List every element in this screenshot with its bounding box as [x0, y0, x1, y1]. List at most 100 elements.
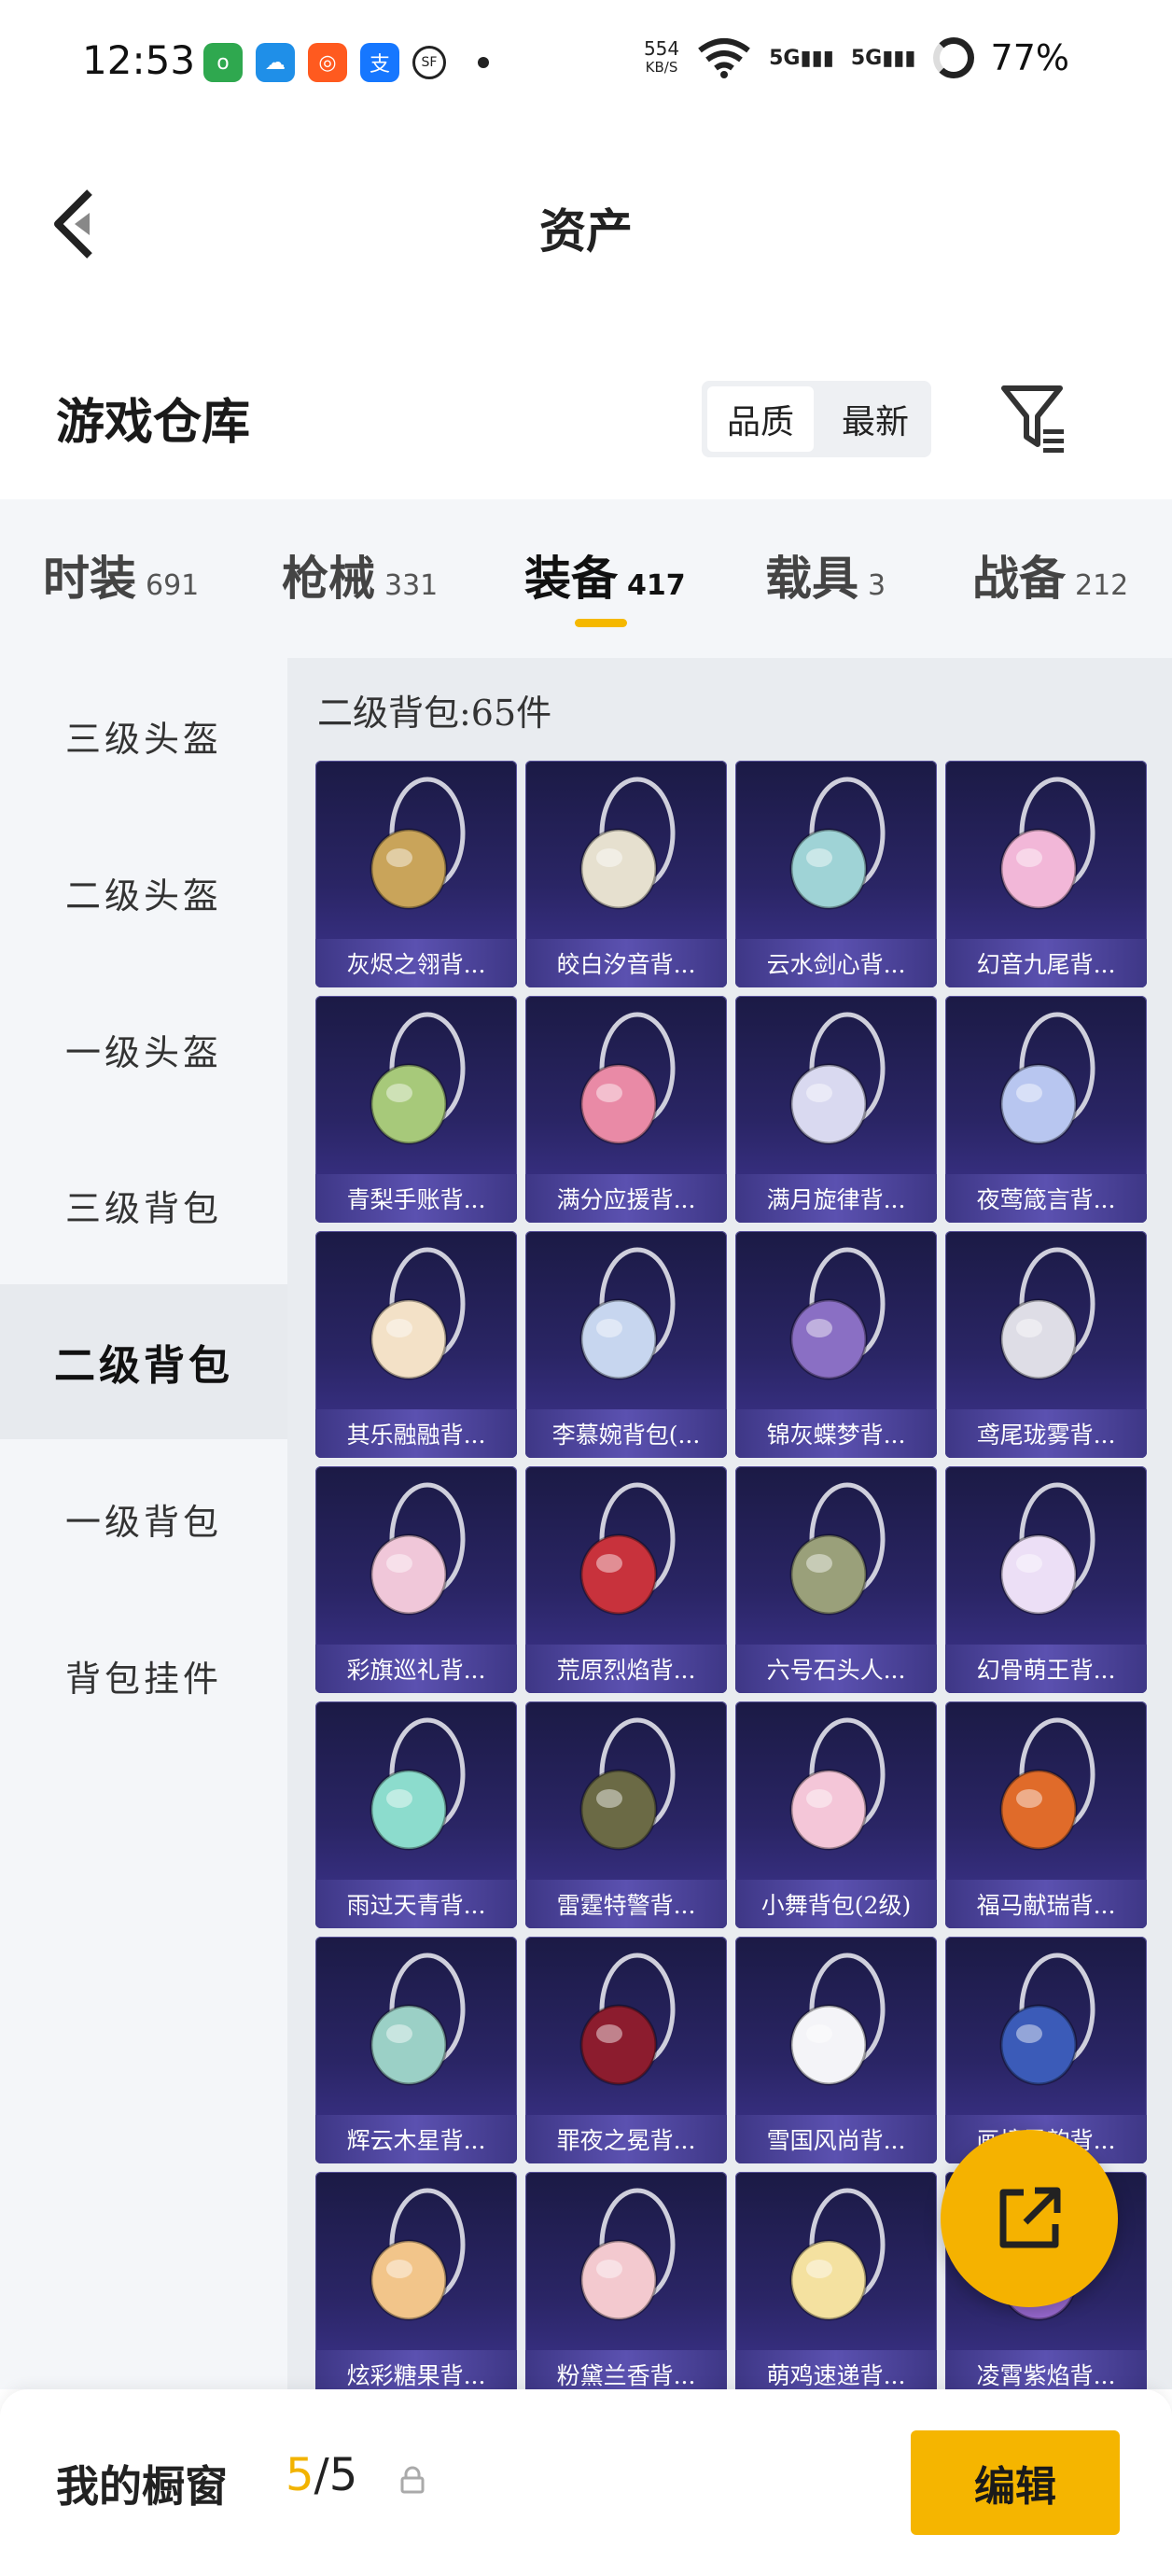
backpack-icon [579, 1717, 676, 1851]
sort-latest-button[interactable]: 最新 [819, 381, 931, 457]
filter-icon[interactable] [1000, 383, 1067, 455]
tab-label: 枪械 [282, 551, 375, 606]
backpack-icon [370, 1717, 466, 1851]
item-name: 凌霄紫焰背... [945, 2350, 1147, 2389]
item-card[interactable]: 李慕婉背包(... [525, 1231, 727, 1458]
sidebar-item-helmet-3[interactable]: 三级头盔 [0, 658, 287, 813]
item-count-header: 二级背包:65件 [317, 693, 552, 734]
backpack-icon [579, 1012, 676, 1145]
active-tab-indicator [575, 619, 627, 627]
tab-vehicles[interactable]: 载具 3 [765, 541, 886, 609]
item-card[interactable]: 雨过天青背... [315, 1701, 517, 1928]
item-card[interactable]: 罪夜之冕背... [525, 1937, 727, 2163]
tab-label: 载具 [765, 551, 858, 606]
showcase-count: 5/5 [286, 2449, 357, 2501]
item-name: 萌鸡速递背... [735, 2350, 937, 2389]
tab-count: 3 [868, 569, 886, 602]
item-card[interactable]: 灰烬之翎背... [315, 761, 517, 987]
item-card[interactable]: 幻音九尾背... [945, 761, 1147, 987]
item-name: 福马献瑞背... [945, 1880, 1147, 1928]
item-name: 粉黛兰香背... [525, 2350, 727, 2389]
backpack-icon [999, 1482, 1095, 1616]
net-speed-unit: KB/S [645, 59, 678, 76]
tab-weapons[interactable]: 枪械 331 [282, 541, 438, 609]
item-card[interactable]: 福马献瑞背... [945, 1701, 1147, 1928]
signal-1-icon: 5G▮▮▮ [769, 46, 834, 70]
backpack-icon [789, 2188, 886, 2321]
lock-icon [400, 2466, 425, 2494]
item-name: 小舞背包(2级) [735, 1880, 937, 1928]
showcase-used: 5 [286, 2449, 314, 2501]
page-title: 资产 [539, 203, 633, 259]
sidebar-item-backpack-2[interactable]: 二级背包 [0, 1284, 287, 1439]
backpack-icon [789, 1482, 886, 1616]
item-name: 灰烬之翎背... [315, 939, 517, 987]
sidebar-item-helmet-1[interactable]: 一级头盔 [0, 972, 287, 1127]
backpack-icon [579, 777, 676, 910]
item-card[interactable]: 满月旋律背... [735, 996, 937, 1223]
signal-2-icon: 5G▮▮▮ [850, 46, 916, 70]
item-card[interactable]: 满分应援背... [525, 996, 727, 1223]
backpack-icon [789, 777, 886, 910]
item-card[interactable]: 荒原烈焰背... [525, 1466, 727, 1693]
backpack-icon [579, 1482, 676, 1616]
backpack-icon [999, 1247, 1095, 1380]
external-link-icon [999, 2187, 1061, 2248]
item-card[interactable]: 粉黛兰香背... [525, 2172, 727, 2389]
cloud-app-icon: ☁ [256, 43, 295, 82]
sidebar-item-backpack-1[interactable]: 一级背包 [0, 1441, 287, 1596]
item-card[interactable]: 炫彩糖果背... [315, 2172, 517, 2389]
backpack-icon [789, 1717, 886, 1851]
net-speed-value: 554 [643, 37, 680, 60]
backpack-icon [370, 1012, 466, 1145]
tab-fashion[interactable]: 时装 691 [43, 541, 199, 609]
tab-supplies[interactable]: 战备 212 [972, 541, 1128, 609]
battery-level: 77% [990, 37, 1069, 78]
item-card[interactable]: 雪国风尚背... [735, 1937, 937, 2163]
item-card[interactable]: 锦灰蝶梦背... [735, 1231, 937, 1458]
item-card[interactable]: 雷霆特警背... [525, 1701, 727, 1928]
item-card[interactable]: 夜莺箴言背... [945, 996, 1147, 1223]
tab-equipment[interactable]: 装备 417 [524, 541, 686, 609]
sort-toggle: 品质 最新 [702, 381, 931, 457]
status-bar: 12:53 o ☁ ◎ 支 SF 554 KB/S 5G▮▮▮ 5G▮▮▮ 77… [0, 0, 1172, 131]
backpack-icon [579, 1953, 676, 2086]
item-card[interactable]: 画境灵韵背... [945, 1937, 1147, 2163]
item-card[interactable]: 辉云木星背... [315, 1937, 517, 2163]
item-card[interactable]: 云水剑心背... [735, 761, 937, 987]
share-fab-button[interactable] [941, 2130, 1118, 2307]
item-card[interactable]: 青梨手账背... [315, 996, 517, 1223]
backpack-icon [370, 777, 466, 910]
item-card[interactable]: 鸢尾珑雾背... [945, 1231, 1147, 1458]
sidebar-item-backpack-charm[interactable]: 背包挂件 [0, 1598, 287, 1753]
backpack-icon [370, 1247, 466, 1380]
item-name: 幻音九尾背... [945, 939, 1147, 987]
item-card[interactable]: 幻骨萌王背... [945, 1466, 1147, 1693]
item-card[interactable]: 彩旗巡礼背... [315, 1466, 517, 1693]
wifi-icon [698, 38, 750, 78]
tab-count: 331 [384, 569, 439, 602]
sort-quality-button[interactable]: 品质 [707, 386, 814, 452]
backpack-icon [999, 777, 1095, 910]
sidebar-item-helmet-2[interactable]: 二级头盔 [0, 815, 287, 970]
item-card[interactable]: 六号石头人... [735, 1466, 937, 1693]
item-card[interactable]: 皎白汐音背... [525, 761, 727, 987]
oppo-app-icon: o [203, 43, 243, 82]
tab-label: 战备 [972, 551, 1066, 606]
backpack-icon [789, 1953, 886, 2086]
item-name: 满月旋律背... [735, 1174, 937, 1223]
item-name: 锦灰蝶梦背... [735, 1409, 937, 1458]
item-card[interactable]: 萌鸡速递背... [735, 2172, 937, 2389]
item-card[interactable]: 其乐融融背... [315, 1231, 517, 1458]
backpack-icon [579, 1247, 676, 1380]
edit-button[interactable]: 编辑 [911, 2430, 1120, 2535]
sidebar-item-backpack-3[interactable]: 三级背包 [0, 1127, 287, 1282]
item-name: 青梨手账背... [315, 1174, 517, 1223]
item-card[interactable]: 小舞背包(2级) [735, 1701, 937, 1928]
orange-app-icon: ◎ [308, 43, 347, 82]
notification-icons: o ☁ ◎ 支 SF [203, 43, 489, 82]
tab-label: 时装 [43, 551, 136, 606]
net-speed: 554 KB/S [644, 39, 679, 77]
tab-count: 417 [627, 569, 686, 602]
item-name: 雷霆特警背... [525, 1880, 727, 1928]
